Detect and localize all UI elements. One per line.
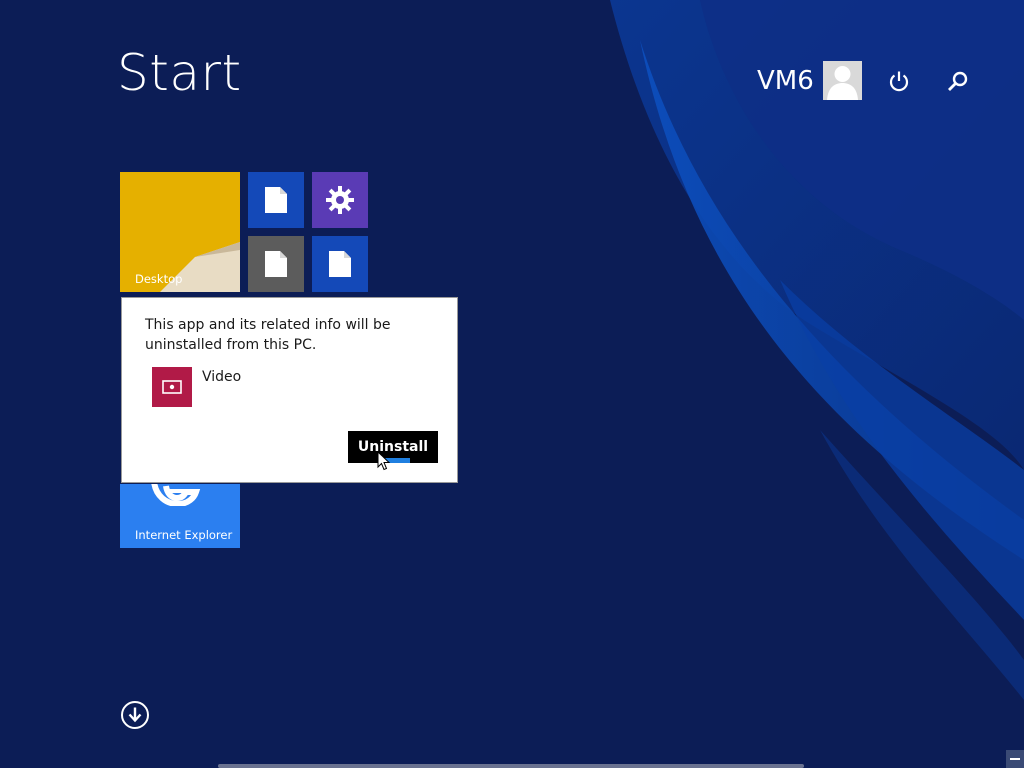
gear-icon <box>326 186 354 214</box>
tile-internet-explorer[interactable]: Internet Explorer <box>120 484 240 548</box>
user-name: VM6 <box>757 65 814 96</box>
internet-explorer-icon <box>151 484 201 506</box>
tile-desktop-label: Desktop <box>135 272 183 286</box>
mouse-cursor-icon <box>377 451 391 471</box>
user-avatar-icon[interactable] <box>822 61 862 100</box>
start-title: Start <box>117 44 242 102</box>
document-icon <box>265 187 287 213</box>
horizontal-scrollbar[interactable] <box>218 764 804 768</box>
search-icon[interactable] <box>944 68 972 96</box>
user-account[interactable]: VM6 <box>757 61 862 100</box>
dialog-message: This app and its related info will be un… <box>145 317 391 353</box>
video-icon <box>152 367 192 407</box>
uninstall-button-label: Uninstall <box>357 439 429 455</box>
power-icon[interactable] <box>885 67 913 95</box>
tile-document-3[interactable] <box>312 236 368 292</box>
document-icon <box>329 251 351 277</box>
minus-icon[interactable] <box>1006 750 1024 768</box>
uninstall-button[interactable]: Uninstall <box>348 431 438 463</box>
uninstall-dialog: This app and its related info will be un… <box>121 297 458 483</box>
tile-document-1[interactable] <box>248 172 304 228</box>
tile-settings[interactable] <box>312 172 368 228</box>
tile-document-2[interactable] <box>248 236 304 292</box>
tile-internet-explorer-label: Internet Explorer <box>135 528 233 542</box>
tile-desktop[interactable]: Desktop <box>120 172 240 292</box>
app-name: Video <box>202 369 242 385</box>
document-icon <box>265 251 287 277</box>
arrow-down-circle-icon[interactable] <box>120 700 150 730</box>
